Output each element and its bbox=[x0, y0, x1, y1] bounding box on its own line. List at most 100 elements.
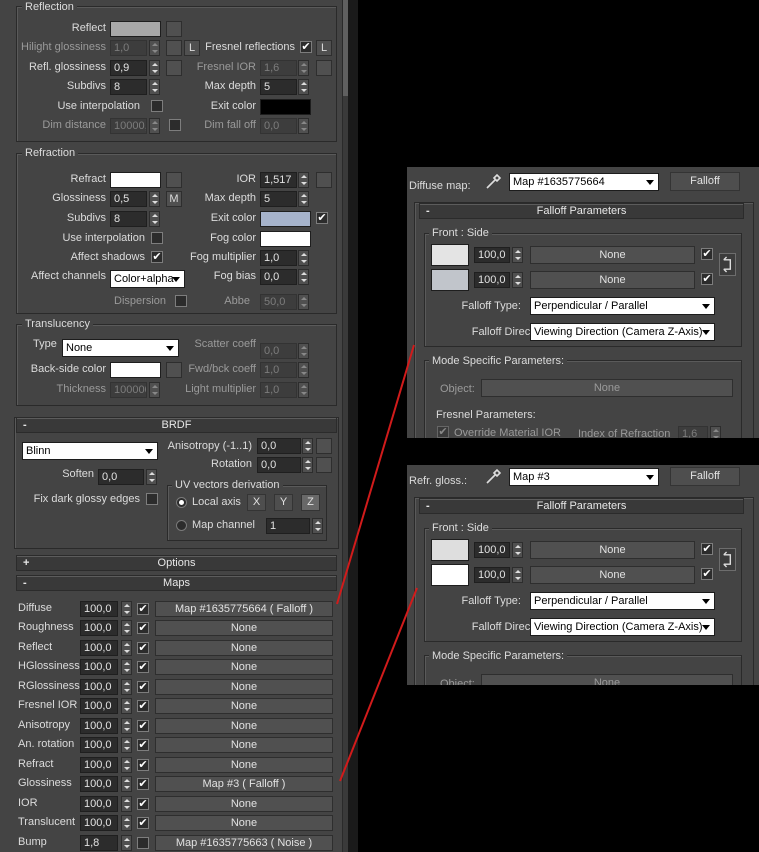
brdf-type-dropdown[interactable]: Blinn bbox=[22, 442, 158, 460]
map-row-amount[interactable]: 1,8 bbox=[80, 835, 118, 851]
map-row-button[interactable]: Map #3 ( Falloff ) bbox=[155, 776, 333, 792]
anisotropy-map-button[interactable] bbox=[316, 438, 332, 454]
local-axis-radio[interactable] bbox=[176, 497, 187, 508]
side-color-swatch[interactable] bbox=[431, 269, 469, 291]
map-row-button[interactable]: None bbox=[155, 698, 333, 714]
map-row-arrows[interactable] bbox=[121, 835, 132, 851]
fresnel-reflections-checkbox[interactable]: ✔ bbox=[300, 41, 312, 53]
rotation-arrows[interactable] bbox=[302, 457, 313, 473]
front-map-checkbox[interactable]: ✔ bbox=[701, 248, 713, 260]
refract-map-button[interactable] bbox=[166, 172, 182, 188]
map-channel-spinner[interactable]: 1 bbox=[266, 518, 310, 534]
map-row-button[interactable]: None bbox=[155, 718, 333, 734]
front-map-button[interactable]: None bbox=[530, 246, 695, 264]
anisotropy-arrows[interactable] bbox=[302, 438, 313, 454]
object-pick-button[interactable]: None bbox=[481, 379, 733, 397]
map-row-arrows[interactable] bbox=[121, 815, 132, 831]
diffuse-map-name-dropdown[interactable]: Map #1635775664 bbox=[509, 173, 659, 191]
object-pick-button[interactable]: None bbox=[481, 674, 733, 685]
map-row-button[interactable]: None bbox=[155, 620, 333, 636]
front-amount-arrows[interactable] bbox=[512, 542, 523, 558]
map-row-arrows[interactable] bbox=[121, 796, 132, 812]
map-row-amount[interactable]: 100,0 bbox=[80, 737, 118, 753]
hilight-glossiness-arrows[interactable] bbox=[149, 40, 160, 56]
fog-bias-spinner[interactable]: 0,0 bbox=[260, 269, 297, 285]
refr-exit-color-swatch[interactable] bbox=[260, 211, 311, 227]
map-row-arrows[interactable] bbox=[121, 776, 132, 792]
map-row-arrows[interactable] bbox=[121, 620, 132, 636]
map-row-button[interactable]: None bbox=[155, 815, 333, 831]
fog-multiplier-spinner[interactable]: 1,0 bbox=[260, 250, 297, 266]
side-map-checkbox[interactable]: ✔ bbox=[701, 273, 713, 285]
map-row-amount[interactable]: 100,0 bbox=[80, 718, 118, 734]
dim-distance-arrows[interactable] bbox=[149, 118, 160, 134]
fwd-bck-coeff-arrows[interactable] bbox=[298, 362, 309, 378]
hilight-map-button[interactable] bbox=[166, 40, 182, 56]
front-color-swatch[interactable] bbox=[431, 244, 469, 266]
rotation-spinner[interactable]: 0,0 bbox=[257, 457, 301, 473]
soften-spinner[interactable]: 0,0 bbox=[98, 469, 144, 485]
map-row-checkbox[interactable]: ✔ bbox=[137, 759, 149, 771]
refr-use-interpolation-checkbox[interactable] bbox=[151, 232, 163, 244]
falloff-type-dropdown[interactable]: Perpendicular / Parallel bbox=[530, 297, 715, 315]
refl-max-depth-arrows[interactable] bbox=[298, 79, 309, 95]
map-row-button[interactable]: None bbox=[155, 679, 333, 695]
dispersion-checkbox[interactable] bbox=[175, 295, 187, 307]
map-row-checkbox[interactable]: ✔ bbox=[137, 778, 149, 790]
reflect-map-button[interactable] bbox=[166, 21, 182, 37]
refl-max-depth-spinner[interactable]: 5 bbox=[260, 79, 297, 95]
map-row-button[interactable]: None bbox=[155, 737, 333, 753]
map-row-amount[interactable]: 100,0 bbox=[80, 815, 118, 831]
map-row-amount[interactable]: 100,0 bbox=[80, 757, 118, 773]
override-ior-checkbox[interactable]: ✔ bbox=[437, 426, 449, 438]
map-row-checkbox[interactable]: ✔ bbox=[137, 817, 149, 829]
side-color-swatch[interactable] bbox=[431, 564, 469, 586]
refl-use-interpolation-checkbox[interactable] bbox=[151, 100, 163, 112]
eyedropper-icon[interactable] bbox=[485, 469, 501, 485]
map-row-button[interactable]: None bbox=[155, 796, 333, 812]
map-row-amount[interactable]: 100,0 bbox=[80, 620, 118, 636]
reflect-color-swatch[interactable] bbox=[110, 21, 161, 37]
refract-color-swatch[interactable] bbox=[110, 172, 161, 188]
map-channel-arrows[interactable] bbox=[312, 518, 323, 534]
map-row-checkbox[interactable]: ✔ bbox=[137, 661, 149, 673]
refr-subdivs-arrows[interactable] bbox=[149, 211, 160, 227]
thickness-arrows[interactable] bbox=[149, 382, 160, 398]
refr-glossiness-arrows[interactable] bbox=[149, 191, 160, 207]
ior-spinner[interactable]: 1,517 bbox=[260, 172, 297, 188]
map-type-button[interactable]: Falloff bbox=[670, 172, 740, 191]
falloff-params-header[interactable]: - Falloff Parameters bbox=[419, 203, 744, 219]
dim-falloff-spinner[interactable]: 0,0 bbox=[260, 118, 297, 134]
map-row-button[interactable]: Map #1635775663 ( Noise ) bbox=[155, 835, 333, 851]
map-row-checkbox[interactable]: ✔ bbox=[137, 798, 149, 810]
map-row-amount[interactable]: 100,0 bbox=[80, 796, 118, 812]
side-amount-arrows[interactable] bbox=[512, 272, 523, 288]
map-row-button[interactable]: None bbox=[155, 757, 333, 773]
map-row-checkbox[interactable]: ✔ bbox=[137, 603, 149, 615]
refr-exit-color-checkbox[interactable]: ✔ bbox=[316, 212, 328, 224]
side-map-button[interactable]: None bbox=[530, 271, 695, 289]
affect-channels-dropdown[interactable]: Color+alpha bbox=[110, 270, 185, 288]
map-row-arrows[interactable] bbox=[121, 718, 132, 734]
map-row-amount[interactable]: 100,0 bbox=[80, 679, 118, 695]
thickness-spinner[interactable]: 100000 bbox=[110, 382, 147, 398]
hilight-glossiness-spinner[interactable]: 1,0 bbox=[110, 40, 147, 56]
map-row-amount[interactable]: 100,0 bbox=[80, 698, 118, 714]
fog-multiplier-arrows[interactable] bbox=[298, 250, 309, 266]
map-row-amount[interactable]: 100,0 bbox=[80, 659, 118, 675]
abbe-arrows[interactable] bbox=[298, 294, 309, 310]
side-amount-spinner[interactable]: 100,0 bbox=[474, 272, 510, 288]
front-amount-spinner[interactable]: 100,0 bbox=[474, 247, 510, 263]
front-map-button[interactable]: None bbox=[530, 541, 695, 559]
fresnel-ior-map-button[interactable] bbox=[316, 60, 332, 76]
dim-distance-spinner[interactable]: 10000, bbox=[110, 118, 147, 134]
map-row-button[interactable]: None bbox=[155, 659, 333, 675]
falloff-type-dropdown[interactable]: Perpendicular / Parallel bbox=[530, 592, 715, 610]
front-map-checkbox[interactable]: ✔ bbox=[701, 543, 713, 555]
map-row-arrows[interactable] bbox=[121, 698, 132, 714]
brdf-rollout-header[interactable]: - BRDF bbox=[16, 417, 337, 433]
map-row-checkbox[interactable]: ✔ bbox=[137, 739, 149, 751]
front-amount-spinner[interactable]: 100,0 bbox=[474, 542, 510, 558]
refr-glossiness-spinner[interactable]: 0,5 bbox=[110, 191, 147, 207]
map-row-amount[interactable]: 100,0 bbox=[80, 640, 118, 656]
